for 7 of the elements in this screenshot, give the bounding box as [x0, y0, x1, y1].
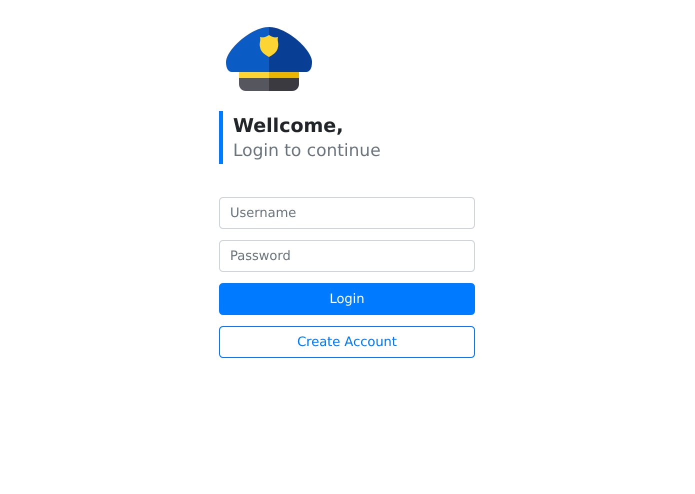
login-button[interactable]: Login — [219, 283, 475, 315]
create-account-button[interactable]: Create Account — [219, 326, 475, 358]
police-cap-icon — [226, 26, 312, 91]
username-field[interactable]: Username — [219, 197, 475, 229]
welcome-heading: Wellcome, — [233, 114, 344, 139]
password-field[interactable]: Password — [219, 240, 475, 272]
subtitle: Login to continue — [233, 140, 382, 163]
